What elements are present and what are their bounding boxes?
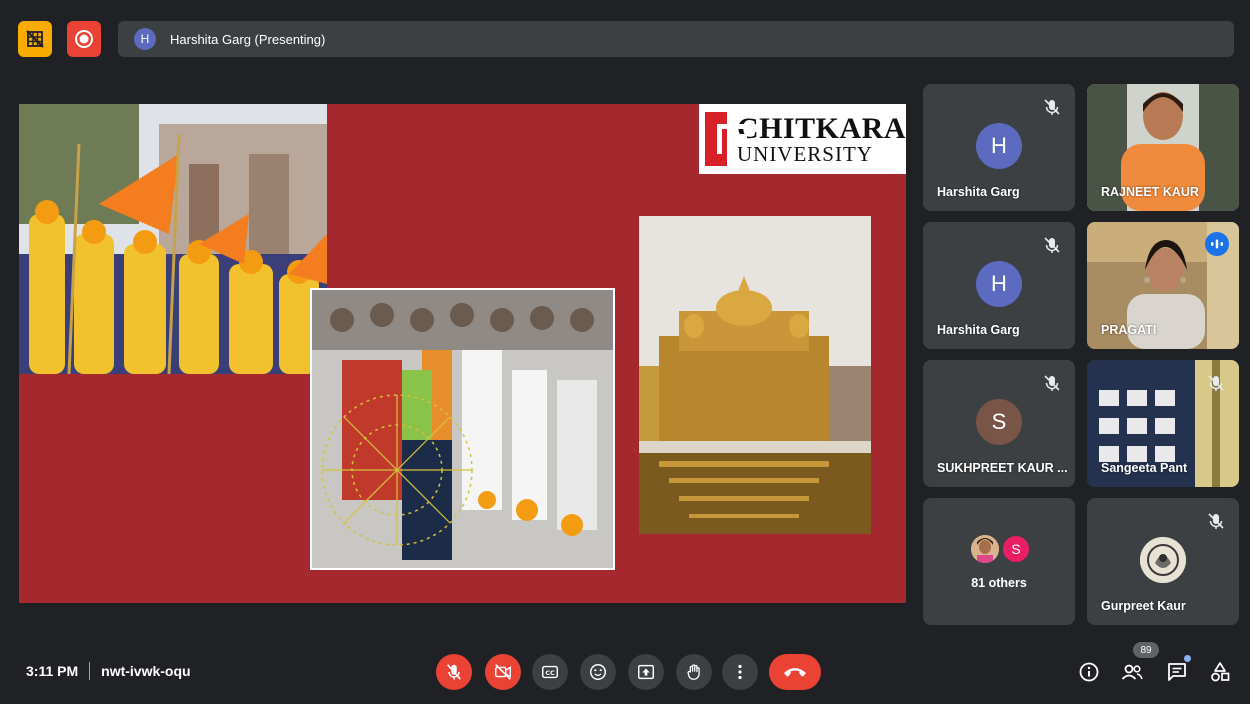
divider <box>89 662 91 680</box>
participant-count-badge: 89 <box>1133 642 1159 658</box>
logo-title: CHITKARA <box>736 111 906 145</box>
shapes-icon <box>1211 662 1230 682</box>
presenter-avatar: H <box>134 28 156 50</box>
chitkara-logo-mark <box>705 112 747 166</box>
chitkara-logo: CHITKARA UNIVERSITY <box>699 104 906 174</box>
mic-off-icon <box>1208 513 1224 529</box>
chat-icon <box>1168 663 1186 681</box>
participant-tile[interactable]: H Harshita Garg <box>923 222 1075 349</box>
participant-name: Harshita Garg <box>937 185 1020 199</box>
present-now-button[interactable] <box>628 654 664 690</box>
record-icon <box>75 30 93 48</box>
avatar: H <box>976 261 1022 307</box>
others-count-label: 81 others <box>971 576 1027 590</box>
more-options-button[interactable] <box>722 654 758 690</box>
presenter-label: Harshita Garg (Presenting) <box>170 31 326 47</box>
presenting-banner[interactable]: H Harshita Garg (Presenting) <box>118 21 1234 57</box>
camera-off-icon <box>495 664 511 680</box>
participant-name: Gurpreet Kaur <box>1101 599 1186 613</box>
present-screen-icon <box>638 664 654 680</box>
emoji-icon <box>590 664 606 680</box>
meeting-code: nwt-ivwk-oqu <box>101 663 191 679</box>
hang-up-icon <box>784 668 806 677</box>
meeting-details-button[interactable] <box>1075 658 1103 686</box>
reactions-button[interactable] <box>580 654 616 690</box>
participant-tile[interactable]: Gurpreet Kaur <box>1087 498 1239 625</box>
more-vert-icon <box>738 664 742 680</box>
avatar: S <box>976 399 1022 445</box>
companion-mode-button[interactable] <box>18 21 52 57</box>
toggle-camera-button[interactable] <box>485 654 521 690</box>
leave-call-button[interactable] <box>769 654 821 690</box>
grid-off-icon <box>26 30 44 48</box>
mic-off-icon <box>447 664 461 680</box>
gatka-photo <box>310 288 615 570</box>
participant-tile-active-speaker[interactable]: PRAGATI <box>1087 222 1239 349</box>
procession-photo <box>19 104 327 374</box>
shared-screen-slide: CHITKARA UNIVERSITY <box>19 104 906 603</box>
captions-button[interactable]: CC <box>532 654 568 690</box>
svg-text:CC: CC <box>545 670 555 677</box>
participant-name: PRAGATI <box>1101 323 1157 337</box>
golden-temple-photo <box>639 216 871 534</box>
speaking-indicator-icon <box>1205 232 1229 256</box>
closed-captions-icon: CC <box>542 665 558 679</box>
logo-subtitle: UNIVERSITY <box>736 141 873 166</box>
mic-off-icon <box>1044 99 1060 115</box>
current-time: 3:11 PM <box>26 663 79 679</box>
mic-off-icon <box>1044 237 1060 253</box>
top-bar: H Harshita Garg (Presenting) <box>0 0 1250 78</box>
people-button[interactable] <box>1118 658 1146 686</box>
activities-button[interactable] <box>1206 658 1234 686</box>
participant-tile[interactable]: RAJNEET KAUR <box>1087 84 1239 211</box>
participant-name: Sangeeta Pant <box>1101 461 1188 475</box>
chat-button[interactable] <box>1163 658 1191 686</box>
avatar: H <box>976 123 1022 169</box>
participant-name: Harshita Garg <box>937 323 1020 337</box>
recording-button[interactable] <box>67 21 101 57</box>
others-tile[interactable]: S 81 others <box>923 498 1075 625</box>
participant-tile[interactable]: S SUKHPREET KAUR ... <box>923 360 1075 487</box>
participant-tile[interactable]: Sangeeta Pant <box>1087 360 1239 487</box>
others-letter-avatar: S <box>1001 534 1031 564</box>
people-icon <box>1121 664 1143 680</box>
participant-name: SUKHPREET KAUR ... <box>937 461 1068 475</box>
mic-off-icon <box>1208 375 1224 391</box>
meeting-details: 3:11 PM nwt-ivwk-oqu <box>26 662 191 680</box>
avatar <box>1140 537 1186 583</box>
info-icon <box>1079 662 1099 682</box>
mic-off-icon <box>1044 375 1060 391</box>
raise-hand-button[interactable] <box>676 654 712 690</box>
others-photo-avatar <box>971 535 999 563</box>
participant-tile[interactable]: H Harshita Garg <box>923 84 1075 211</box>
hand-icon <box>687 664 700 680</box>
participant-name: RAJNEET KAUR <box>1101 185 1199 199</box>
toggle-mic-button[interactable] <box>436 654 472 690</box>
chat-unread-dot <box>1184 655 1191 662</box>
